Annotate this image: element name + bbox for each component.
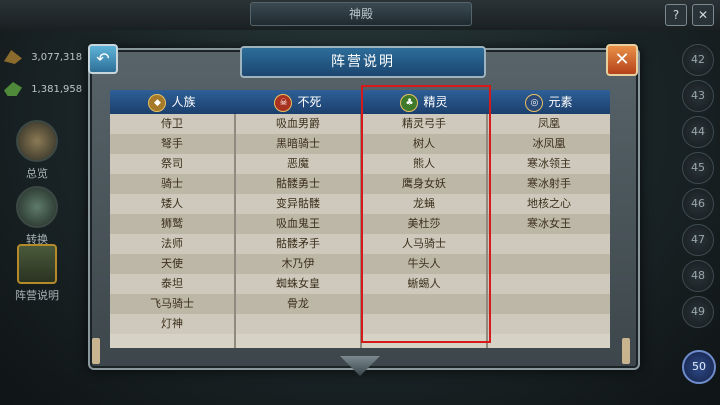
level-47[interactable]: 47 [682,224,714,256]
human-crest-icon: ◆ [148,93,167,112]
candle-decoration [622,338,630,364]
level-44[interactable]: 44 [682,116,714,148]
header-element: ◎ 元素 [488,90,610,114]
table-cell: 黑暗骑士 [276,137,320,150]
header-undead: ☠ 不死 [236,90,360,114]
table-cell: 天使 [161,257,183,270]
table-cell: 变异骷髅 [276,197,320,210]
table-header: ◆ 人族 ☠ 不死 ♣ 精灵 ◎ 元素 [110,90,610,114]
table-cell [488,234,610,254]
resource-wood: 1,381,958 [4,82,82,96]
gold-icon [4,50,22,64]
level-43[interactable]: 43 [682,80,714,112]
table-cell: 寒冰女王 [527,217,571,230]
level-49[interactable]: 49 [682,296,714,328]
faction-info-label: 阵营说明 [15,289,59,302]
elf-column-highlight [361,85,491,343]
table-cell: 寒冰射手 [527,177,571,190]
table-cell [488,314,610,334]
scroll-icon [16,120,58,162]
table-cell: 蜘蛛女皇 [276,277,320,290]
level-46[interactable]: 46 [682,188,714,220]
level-48[interactable]: 48 [682,260,714,292]
table-cell: 凤凰 [538,117,560,130]
gold-amount: 3,077,318 [31,52,83,63]
table-cell: 吸血鬼王 [276,217,320,230]
table-cell [236,314,360,334]
table-cell: 祭司 [161,157,183,170]
table-cell: 吸血男爵 [276,117,320,130]
table-cell [488,274,610,294]
header-human: ◆ 人族 [110,90,234,114]
overview-label: 总览 [26,167,48,180]
table-cell: 寒冰领主 [527,157,571,170]
skull-crest-icon: ☠ [274,93,293,112]
table-cell [488,254,610,274]
table-cell: 骨龙 [287,297,309,310]
leaf-icon [4,82,22,96]
faction-table: ◆ 人族 ☠ 不死 ♣ 精灵 ◎ 元素 侍卫 吸血男爵 精灵弓手 凤凰 弩手 黑暗骑士 树人 冰凤凰祭… [110,90,610,348]
convert-icon [16,186,58,228]
dialog-title: 阵营说明 [240,46,486,78]
table-cell: 骑士 [161,177,183,190]
table-cell: 泰坦 [161,277,183,290]
table-cell: 飞马骑士 [150,297,194,310]
resource-gold: 3,077,318 [4,50,82,64]
table-cell: 冰凤凰 [532,137,566,150]
help-button[interactable]: ? [665,4,687,26]
table-cell: 法师 [161,237,183,250]
table-cell: 灯神 [161,317,183,330]
screen-title: 神殿 [250,2,472,26]
table-cell: 侍卫 [161,117,183,130]
convert-button[interactable]: 转换 [6,186,68,247]
level-45[interactable]: 45 [682,152,714,184]
table-cell: 弩手 [161,137,183,150]
table-cell: 骷髅勇士 [276,177,320,190]
table-cell: 恶魔 [287,157,309,170]
table-cell [488,294,610,314]
level-42[interactable]: 42 [682,44,714,76]
overview-button[interactable]: 总览 [6,120,68,181]
dialog-close-button[interactable]: ✕ [606,44,638,76]
candle-decoration [92,338,100,364]
back-button[interactable]: ↶ [88,44,118,74]
faction-tree-icon [17,244,57,284]
table-cell: 木乃伊 [281,257,315,270]
table-cell: 骷髅矛手 [276,237,320,250]
table-cell: 矮人 [161,197,183,210]
table-cell: 狮鹫 [161,217,183,230]
top-close-button[interactable]: ✕ [692,4,714,26]
table-cell: 地核之心 [527,197,571,210]
column-divider [234,114,236,348]
level-50[interactable]: 50 [682,350,716,384]
element-swirl-icon: ◎ [525,93,544,112]
wood-amount: 1,381,958 [31,84,83,95]
faction-info-button[interactable]: 阵营说明 [6,244,68,303]
